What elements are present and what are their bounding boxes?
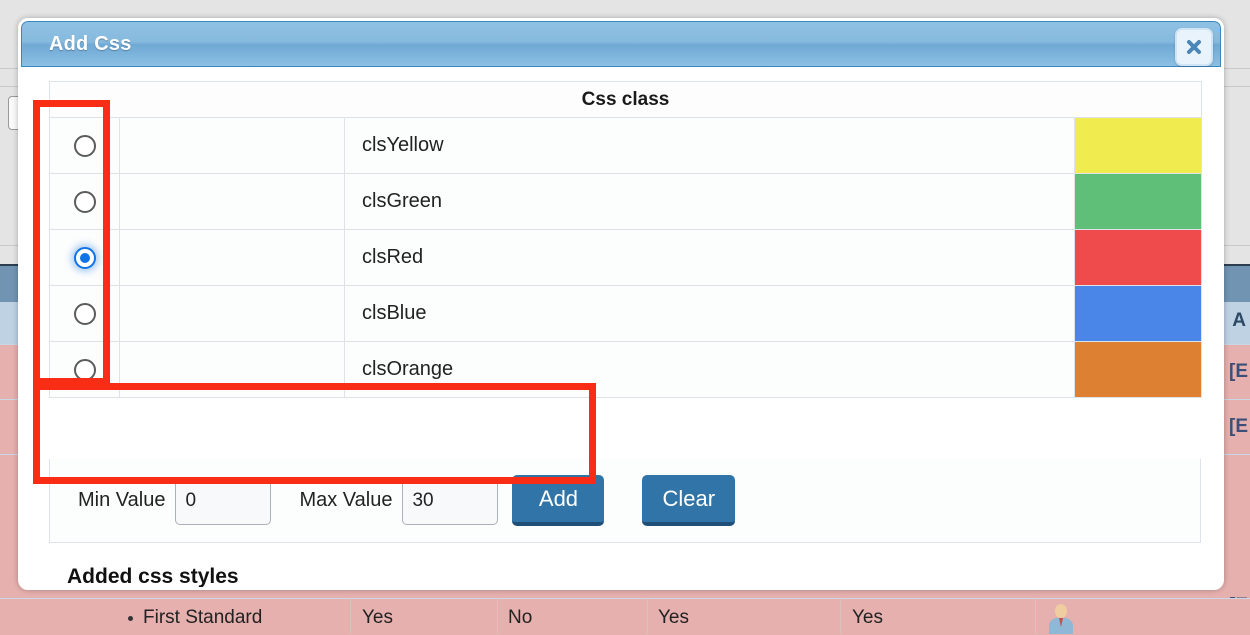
css-class-table-body: clsYellow clsGreen clsRed clsBlue clsOra… xyxy=(49,117,1202,398)
table-row: clsYellow xyxy=(49,117,1202,174)
radio-cell[interactable] xyxy=(49,117,120,174)
clear-button[interactable]: Clear xyxy=(642,475,736,526)
color-swatch-clsblue xyxy=(1075,286,1201,341)
css-class-header: Css class xyxy=(49,81,1202,118)
background-last-row-label: First Standard xyxy=(143,607,263,628)
radio-clsblue[interactable] xyxy=(73,302,96,325)
spacer-cell xyxy=(119,341,345,398)
css-class-table: Css class clsYellow clsGreen clsRed clsB… xyxy=(49,81,1202,398)
max-value-input[interactable] xyxy=(402,476,499,525)
background-row-label: [E xyxy=(1229,416,1248,437)
spacer-cell xyxy=(119,173,345,230)
modal-header: Add Css xyxy=(21,21,1221,67)
color-swatch-clsred xyxy=(1075,230,1201,285)
radio-cell[interactable] xyxy=(49,229,120,286)
radio-clsyellow[interactable] xyxy=(73,134,96,157)
value-range-bar: Min Value Max Value Add Clear xyxy=(49,459,1201,543)
table-row: clsGreen xyxy=(49,173,1202,230)
css-class-name: clsYellow xyxy=(344,117,1075,174)
background-last-row-cell: No xyxy=(508,607,533,628)
color-swatch-cell xyxy=(1074,229,1202,286)
add-css-modal: Add Css Css class clsYellow clsGreen cls… xyxy=(18,18,1224,590)
radio-cell[interactable] xyxy=(49,285,120,342)
css-class-name: clsRed xyxy=(344,229,1075,286)
radio-cell[interactable] xyxy=(49,341,120,398)
table-header-row: Css class xyxy=(49,81,1202,118)
min-value-label: Min Value xyxy=(78,489,166,511)
spacer-cell xyxy=(119,229,345,286)
color-swatch-clsorange xyxy=(1075,342,1201,397)
close-glyph xyxy=(1187,40,1201,54)
background-cell-divider xyxy=(647,598,648,634)
color-swatch-cell xyxy=(1074,285,1202,342)
css-class-name: clsGreen xyxy=(344,173,1075,230)
background-cell-divider xyxy=(840,598,841,634)
person-icon xyxy=(1049,604,1073,634)
color-swatch-clsgreen xyxy=(1075,174,1201,229)
added-css-styles-title: Added css styles xyxy=(67,565,239,588)
background-cell-divider xyxy=(350,598,351,634)
css-class-name: clsBlue xyxy=(344,285,1075,342)
max-value-label: Max Value xyxy=(299,489,393,511)
background-last-row-cell: Yes xyxy=(658,607,689,628)
background-cell-divider xyxy=(497,598,498,634)
css-class-name: clsOrange xyxy=(344,341,1075,398)
background-bullet-icon xyxy=(128,616,133,621)
spacer-cell xyxy=(119,117,345,174)
color-swatch-cell xyxy=(1074,341,1202,398)
color-swatch-cell xyxy=(1074,173,1202,230)
radio-clsgreen[interactable] xyxy=(73,190,96,213)
color-swatch-cell xyxy=(1074,117,1202,174)
min-value-input[interactable] xyxy=(175,476,272,525)
radio-clsorange[interactable] xyxy=(73,358,96,381)
background-subbar-label: A xyxy=(1232,310,1246,331)
close-icon[interactable] xyxy=(1175,28,1213,66)
radio-cell[interactable] xyxy=(49,173,120,230)
modal-title: Add Css xyxy=(49,33,132,55)
background-last-row-cell: Yes xyxy=(362,607,393,628)
table-row: clsRed xyxy=(49,229,1202,286)
table-row: clsOrange xyxy=(49,341,1202,398)
radio-clsred[interactable] xyxy=(73,246,96,269)
modal-body: Css class clsYellow clsGreen clsRed clsB… xyxy=(21,67,1221,587)
background-last-row-cell: Yes xyxy=(852,607,883,628)
color-swatch-clsyellow xyxy=(1075,118,1201,173)
background-row-label: [E xyxy=(1229,361,1248,382)
add-button[interactable]: Add xyxy=(512,475,605,526)
background-cell-divider xyxy=(1035,598,1036,634)
table-row: clsBlue xyxy=(49,285,1202,342)
spacer-cell xyxy=(119,285,345,342)
